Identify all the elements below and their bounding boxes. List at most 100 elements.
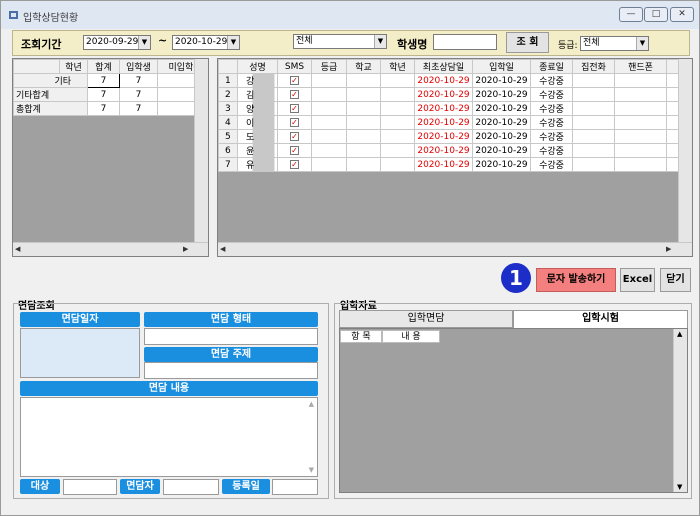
cell-grade [311,87,347,102]
admission-grid[interactable]: ▲ ▼ [339,328,688,493]
cell-first-consult: 2020-10-29 [414,129,473,144]
row-number: 4 [218,115,238,130]
row-number: 6 [218,143,238,158]
sms-checkbox[interactable]: ✓ [290,145,299,155]
summary-cell-total: 7 [87,101,120,116]
app-icon [9,11,18,19]
cell-admit-date: 2020-10-29 [472,101,531,116]
summary-row-name: 기타합계 [13,87,88,102]
cell-home-phone [572,143,615,158]
minimize-button[interactable]: — [619,7,643,22]
cell-home-phone [572,157,615,172]
reg-date-label: 등록일 [222,479,270,494]
summary-cell-total: 7 [87,87,120,102]
cell-school [346,157,381,172]
sms-checkbox[interactable]: ✓ [290,159,299,169]
cell-first-consult: 2020-10-29 [414,143,473,158]
table-row[interactable]: 4이✓2020-10-292020-10-29수강중010- [218,115,692,130]
cell-end-date: 수강중 [530,129,573,144]
cell-year [380,157,415,172]
summary-row[interactable]: 총합계 7 7 0 [13,101,208,116]
cell-school [346,143,381,158]
scroll-down-icon[interactable]: ▼ [677,483,682,491]
summary-header-admitted: 입학생 [119,59,158,74]
row-number: 3 [218,101,238,116]
row-number: 1 [218,73,238,88]
list-header-sms: SMS [277,59,312,74]
list-header-name: 성명 [237,59,278,74]
cell-sms: ✓ [277,73,312,88]
list-header-grade: 등급 [311,59,347,74]
tab-admission-exam[interactable]: 입학시험 [513,310,688,328]
sms-checkbox[interactable]: ✓ [290,75,299,85]
admission-vscroll[interactable]: ▲ ▼ [673,329,687,492]
student-name-label: 학생명 [397,38,428,51]
cell-name: 도 [237,129,278,144]
cell-mobile-blank [614,101,667,116]
consult-content-field[interactable]: ▲ ▼ [20,397,318,477]
consult-subject-field[interactable] [144,362,318,379]
consult-date-list[interactable] [20,328,140,378]
date-to-picker[interactable]: 2020-10-29 ▼ [172,35,240,50]
summary-row[interactable]: 기타합계 7 7 0 [13,87,208,102]
scroll-up-icon[interactable]: ▲ [677,330,682,338]
table-row[interactable]: 1강✓2020-10-292020-10-29수강중010- [218,73,692,88]
sms-checkbox[interactable]: ✓ [290,89,299,99]
summary-grid[interactable]: 학년 합계 입학생 미입학생 기타 7 7 0 기타합계 7 7 0 총합계 7… [12,58,209,257]
scroll-down-icon[interactable]: ▼ [309,466,314,474]
grade-select[interactable]: 전체 ▼ [580,36,649,51]
cell-admit-date: 2020-10-29 [472,157,531,172]
category-select[interactable]: 전체 ▼ [293,34,387,49]
cell-end-date: 수강중 [530,157,573,172]
sms-checkbox[interactable]: ✓ [290,131,299,141]
table-row[interactable]: 5도✓2020-10-292020-10-29수강중010- [218,129,692,144]
cell-school [346,87,381,102]
counselor-field[interactable] [163,479,219,495]
scroll-right-icon[interactable]: ▶ [183,245,188,253]
close-button[interactable]: 닫기 [660,268,691,292]
summary-hscroll[interactable]: ◀ ▶ [13,242,208,256]
sms-checkbox[interactable]: ✓ [290,103,299,113]
summary-row-name: 기타 [13,73,88,88]
scroll-up-icon[interactable]: ▲ [309,400,314,408]
cell-admit-date: 2020-10-29 [472,87,531,102]
cell-mobile-blank [614,87,667,102]
reg-date-field[interactable] [272,479,318,495]
send-sms-button[interactable]: 문자 발송하기 [536,268,616,292]
close-window-button[interactable]: ✕ [670,7,694,22]
cell-name: 이 [237,115,278,130]
search-button[interactable]: 조 회 [506,32,549,53]
tab-admission-interview[interactable]: 입학면담 [339,310,513,328]
student-list-grid[interactable]: 성명 SMS 등급 학교 학년 최초상담일 입학일 종료일 집전화 핸드폰 부모… [217,58,693,257]
cell-admit-date: 2020-10-29 [472,115,531,130]
table-row[interactable]: 7유✓2020-10-292020-10-29수강중010 [218,157,692,172]
table-row[interactable]: 3양✓2020-10-292020-10-29수강중010- [218,101,692,116]
target-field[interactable] [63,479,117,495]
list-vscroll[interactable] [678,59,692,242]
excel-button[interactable]: Excel [620,268,655,292]
scroll-right-icon[interactable]: ▶ [666,245,671,253]
cell-school [346,73,381,88]
cell-sms: ✓ [277,129,312,144]
summary-row[interactable]: 기타 7 7 0 [13,73,208,88]
tilde-label: ~ [158,34,168,47]
scroll-left-icon[interactable]: ◀ [220,245,225,253]
maximize-button[interactable]: □ [644,7,668,22]
consult-type-field[interactable] [144,328,318,345]
student-name-input[interactable] [433,34,497,50]
list-header-year: 학년 [380,59,415,74]
consult-content-label: 면담 내용 [20,381,318,396]
cell-grade [311,157,347,172]
table-row[interactable]: 6윤✓2020-10-292020-10-29수강중010- [218,143,692,158]
summary-vscroll[interactable] [194,59,208,242]
cell-sms: ✓ [277,143,312,158]
scroll-left-icon[interactable]: ◀ [15,245,20,253]
sms-checkbox[interactable]: ✓ [290,117,299,127]
date-from-picker[interactable]: 2020-09-29 ▼ [83,35,151,50]
list-hscroll[interactable]: ◀ ▶ [218,242,692,256]
summary-cell-total: 7 [87,73,120,88]
table-row[interactable]: 2김✓2020-10-292020-10-29수강중010- [218,87,692,102]
period-label: 조회기간 [21,38,62,51]
list-header-home-phone: 집전화 [572,59,615,74]
title-bar: 입학상담현황 — □ ✕ [1,1,699,29]
